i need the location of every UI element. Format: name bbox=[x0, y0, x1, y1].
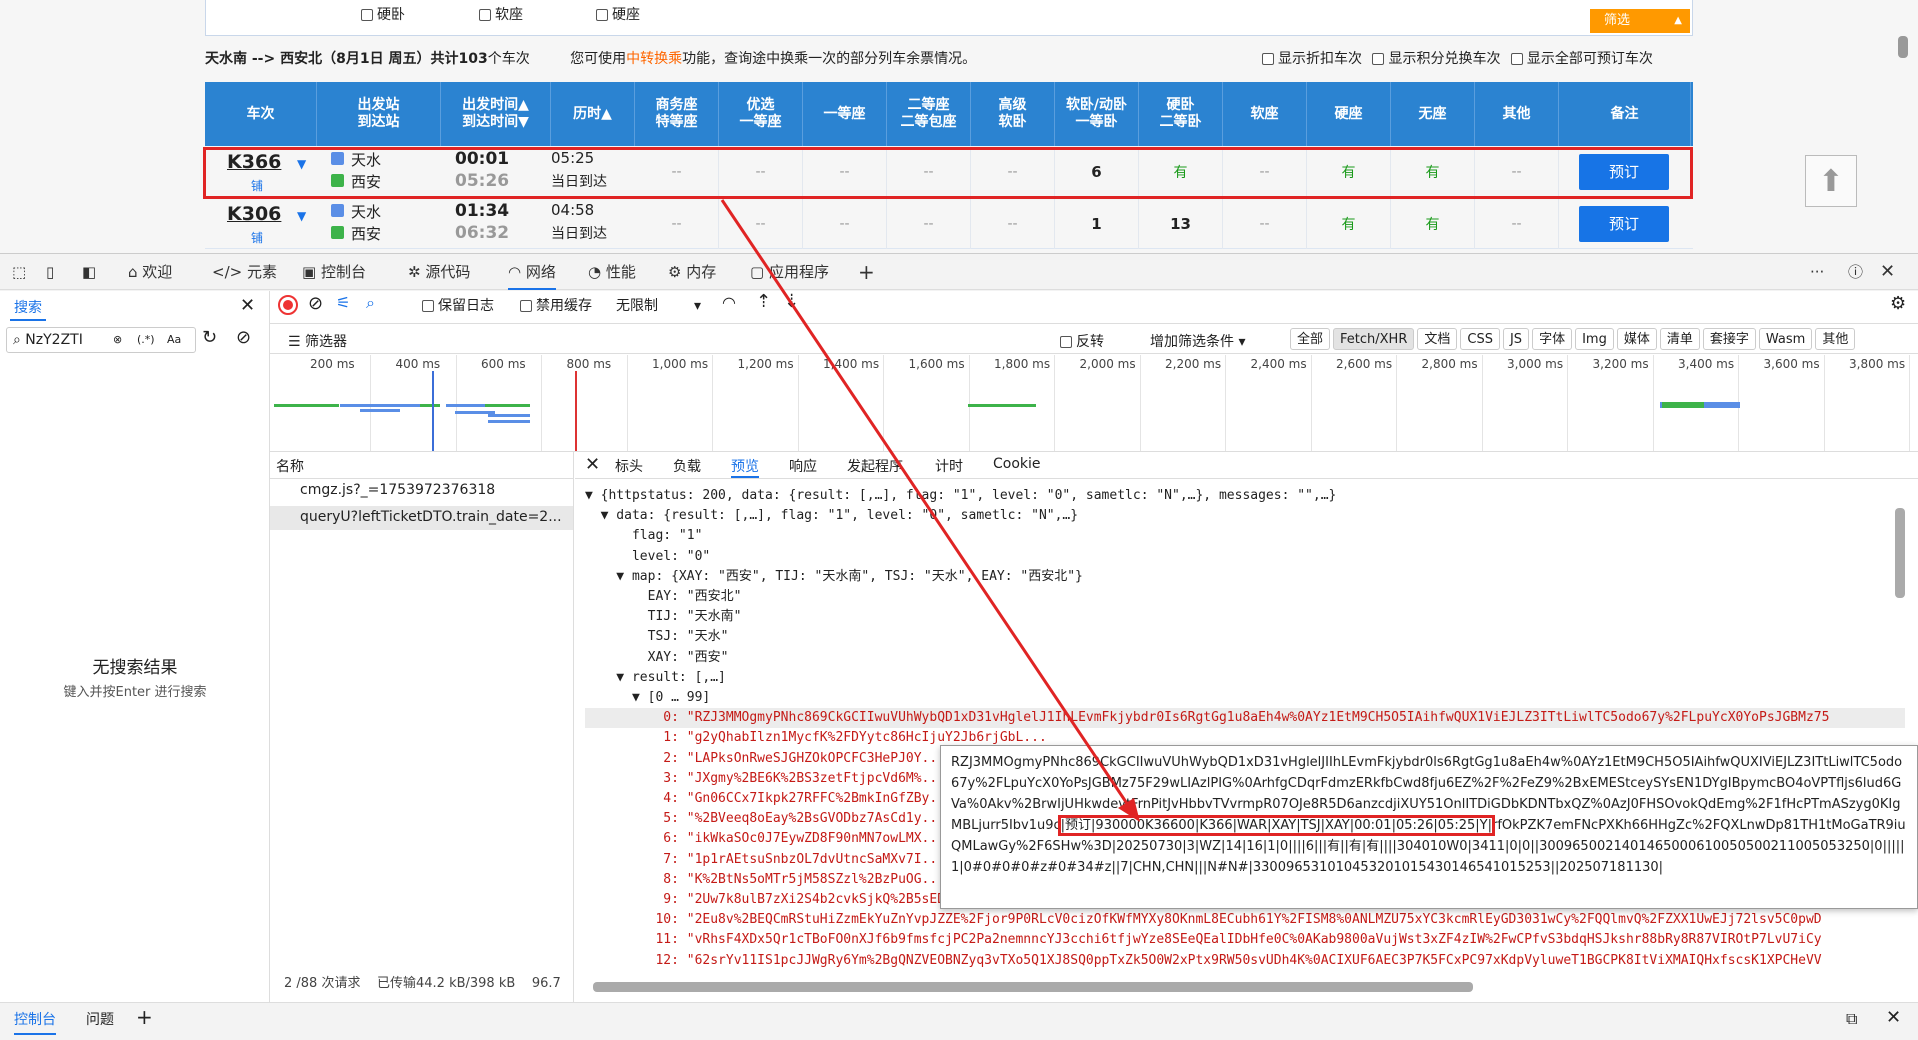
drawer-tabbar: 控制台 问题 + ⧉ ✕ bbox=[0, 1002, 1918, 1040]
drawer-tab-issues[interactable]: 问题 bbox=[86, 1009, 114, 1029]
add-drawer-tab-icon[interactable]: + bbox=[136, 1005, 153, 1029]
drawer-tab-console[interactable]: 控制台 bbox=[14, 1009, 56, 1035]
dock-drawer-icon[interactable]: ⧉ bbox=[1846, 1009, 1857, 1029]
annotation-arrow bbox=[720, 199, 1140, 822]
close-drawer-icon[interactable]: ✕ bbox=[1886, 1007, 1901, 1028]
screen: 硬卧 软座 硬座 筛选 ▲ 天水南 --> 西安北（8月1日 周五）共计103个车… bbox=[0, 0, 1918, 1040]
